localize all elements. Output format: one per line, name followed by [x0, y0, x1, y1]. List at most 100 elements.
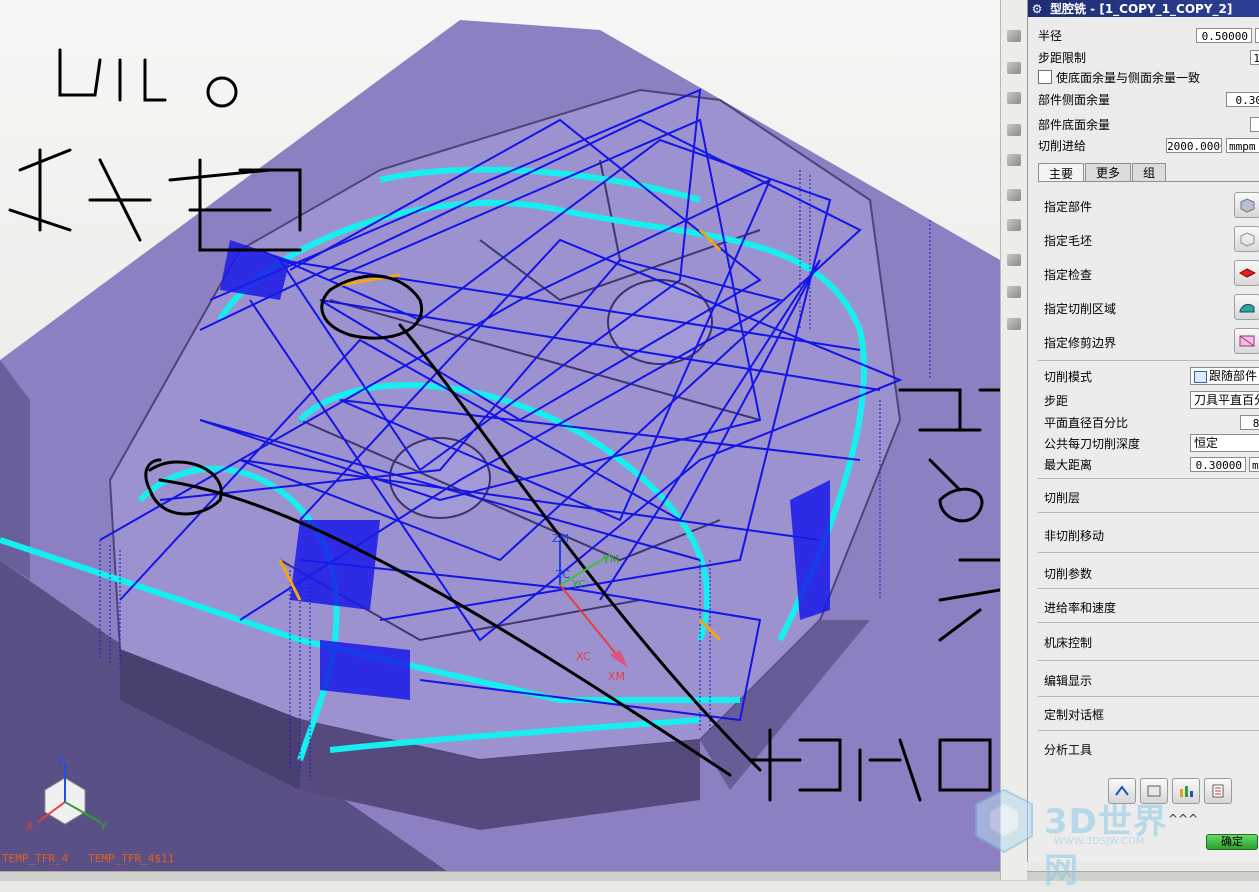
floor-same-side-row[interactable]: 使底面余量与侧面余量一致: [1038, 67, 1259, 87]
radius-field[interactable]: 0.50000: [1196, 28, 1252, 43]
stepover-label: 步距: [1044, 393, 1069, 408]
section-edit-display[interactable]: 编辑显示: [1044, 672, 1092, 689]
replay-button[interactable]: [1140, 778, 1168, 804]
max-distance-row: 最大距离 0.30000 mm: [1044, 454, 1259, 474]
separator-2: [1038, 478, 1259, 479]
ok-button[interactable]: 确定: [1206, 834, 1258, 850]
verify-icon: [1180, 786, 1193, 797]
tool-icon-2[interactable]: [1004, 58, 1024, 78]
section-machine-control[interactable]: 机床控制: [1044, 634, 1092, 651]
triad-label-x: X: [26, 820, 34, 833]
max-distance-unit[interactable]: mm: [1249, 457, 1259, 472]
axis-label-ym: YM: [602, 553, 619, 566]
action-buttons: [1108, 778, 1232, 804]
dialog-tabs: 主要 更多 组: [1038, 163, 1167, 182]
list-icon: [1212, 784, 1224, 798]
separator-7: [1038, 660, 1259, 661]
tool-icon-10[interactable]: [1004, 314, 1024, 334]
separator-9: [1038, 730, 1259, 731]
tool-icon-1[interactable]: [1004, 26, 1024, 46]
part-floor-stock-field[interactable]: [1250, 117, 1259, 132]
cut-mode-value: 跟随部件: [1209, 369, 1258, 383]
section-analysis-tools[interactable]: 分析工具: [1044, 741, 1092, 758]
cut-area-icon: [1239, 303, 1255, 313]
list-button[interactable]: [1204, 778, 1232, 804]
tool-icon-3[interactable]: [1004, 88, 1024, 108]
resource-toolstrip: [1000, 0, 1027, 880]
step-limit-field[interactable]: 1: [1250, 50, 1259, 65]
axis-label-zm: ZM: [552, 532, 569, 545]
separator-1: [1038, 360, 1259, 361]
radius-label: 半径: [1038, 28, 1063, 43]
axis-label-xm: XM: [608, 670, 625, 683]
trim-boundary-icon: [1239, 335, 1255, 347]
cut-feed-unit[interactable]: mmpm: [1226, 138, 1259, 153]
specify-check-button[interactable]: [1234, 260, 1259, 286]
specify-part-button[interactable]: [1234, 192, 1259, 218]
tool-icon-9[interactable]: [1004, 282, 1024, 302]
axis-label-xc: XC: [576, 650, 591, 663]
specify-check-row: 指定检查: [1044, 264, 1259, 284]
stepover-dropdown[interactable]: 刀具平直百分: [1190, 391, 1259, 409]
part-cube-icon: [1240, 198, 1255, 213]
specify-part-row: 指定部件: [1044, 196, 1259, 216]
section-non-cutting-moves[interactable]: 非切削移动: [1044, 527, 1104, 544]
tool-icon-4[interactable]: [1004, 120, 1024, 140]
collapse-toggle[interactable]: ^^^: [1168, 812, 1198, 826]
specify-blank-button[interactable]: [1234, 226, 1259, 252]
part-floor-stock-row: 部件底面余量: [1038, 114, 1259, 134]
cut-mode-dropdown[interactable]: 跟随部件: [1190, 367, 1259, 385]
max-distance-label: 最大距离: [1044, 457, 1093, 472]
specify-trim-label: 指定修剪边界: [1044, 335, 1117, 350]
section-cut-levels[interactable]: 切削层: [1044, 489, 1080, 506]
generate-button[interactable]: [1108, 778, 1136, 804]
radius-unit-stub[interactable]: [1255, 28, 1259, 43]
mold-model-scene[interactable]: ZM ZC YM YC XC XM Z X Y: [0, 0, 1000, 880]
flat-diameter-row: 平面直径百分比 85: [1044, 412, 1259, 432]
tab-more[interactable]: 更多: [1085, 163, 1132, 181]
cavity-mill-dialog: ⚙ 型腔铣 - [1_COPY_1_COPY_2] 半径 0.50000 步距限…: [1027, 0, 1259, 862]
tool-icon-5[interactable]: [1004, 150, 1024, 170]
part-side-stock-field[interactable]: 0.30: [1226, 92, 1259, 107]
separator-5: [1038, 588, 1259, 589]
tool-icon-6[interactable]: [1004, 185, 1024, 205]
axis-label-yc: YC: [571, 578, 586, 591]
tool-icon-8[interactable]: [1004, 250, 1024, 270]
triad-label-z: Z: [58, 755, 66, 768]
stepover-row: 步距 刀具平直百分: [1044, 390, 1259, 410]
part-side-stock-label: 部件侧面余量: [1038, 92, 1111, 107]
common-depth-row: 公共每刀切削深度 恒定: [1044, 433, 1259, 453]
specify-check-label: 指定检查: [1044, 267, 1093, 282]
verify-button[interactable]: [1172, 778, 1200, 804]
section-customize-dialog[interactable]: 定制对话框: [1044, 706, 1104, 723]
tab-group[interactable]: 组: [1132, 163, 1167, 181]
specify-part-label: 指定部件: [1044, 199, 1093, 214]
specify-trim-row: 指定修剪边界: [1044, 332, 1259, 352]
part-side-stock-row: 部件侧面余量 0.30: [1038, 89, 1259, 109]
gear-icon[interactable]: ⚙: [1028, 2, 1046, 16]
main-tab-body: 指定部件 指定毛坯 指定检查 指定切削区域 指定修剪边界: [1038, 181, 1259, 358]
specify-cut-area-button[interactable]: [1234, 294, 1259, 320]
common-depth-label: 公共每刀切削深度: [1044, 436, 1141, 451]
specify-blank-row: 指定毛坯: [1044, 230, 1259, 250]
step-limit-label: 步距限制: [1038, 50, 1087, 65]
section-cutting-parameters[interactable]: 切削参数: [1044, 565, 1092, 582]
section-feeds-speeds[interactable]: 进给率和速度: [1044, 599, 1116, 616]
separator-6: [1038, 622, 1259, 623]
specify-trim-button[interactable]: [1234, 328, 1259, 354]
graphics-viewport[interactable]: ZM ZC YM YC XC XM Z X Y TEMP_TFR_4 TEMP_…: [0, 0, 1000, 880]
generate-icon: [1115, 785, 1129, 796]
cut-mode-row: 切削模式 跟随部件: [1044, 366, 1259, 386]
tool-icon-7[interactable]: [1004, 215, 1024, 235]
specify-blank-label: 指定毛坯: [1044, 233, 1093, 248]
tab-main[interactable]: 主要: [1038, 163, 1085, 182]
dialog-titlebar[interactable]: ⚙ 型腔铣 - [1_COPY_1_COPY_2]: [1028, 0, 1259, 17]
floor-same-side-checkbox[interactable]: [1038, 70, 1052, 84]
axis-label-zc: ZC: [555, 568, 571, 581]
specify-cut-area-label: 指定切削区域: [1044, 301, 1117, 316]
flat-diameter-field[interactable]: 85: [1240, 415, 1259, 430]
cut-mode-label: 切削模式: [1044, 369, 1093, 384]
cut-feed-field[interactable]: 2000.0000: [1166, 138, 1222, 153]
common-depth-dropdown[interactable]: 恒定: [1190, 434, 1259, 452]
max-distance-field[interactable]: 0.30000: [1190, 457, 1246, 472]
